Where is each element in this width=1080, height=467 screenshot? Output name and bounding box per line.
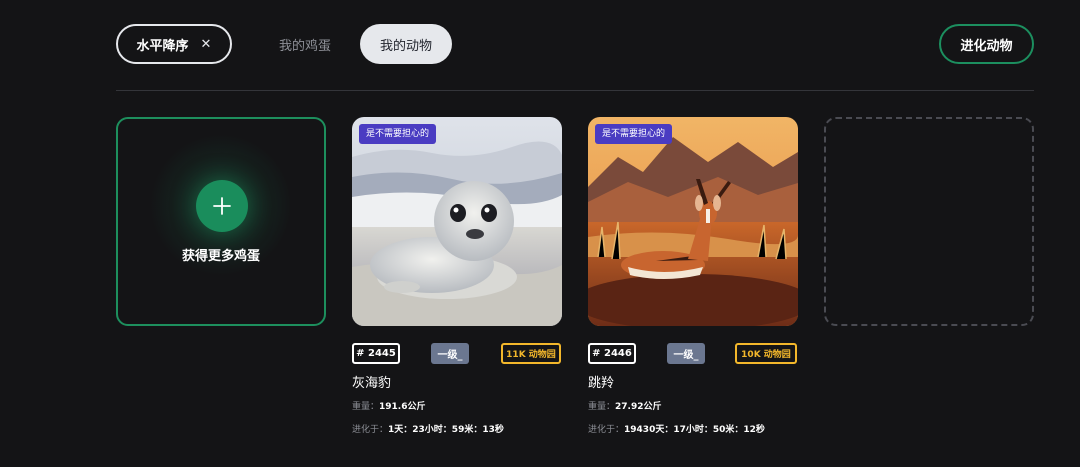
evolve-time-stat: 进化于：1天：23小时：59米：13秒 [352, 422, 504, 435]
status-badge: 是不需要担心的 [359, 124, 437, 144]
springbok-image [588, 117, 798, 326]
animal-id-badge: # 2445 [352, 343, 400, 364]
close-icon[interactable]: ✕ [201, 37, 212, 52]
level-badge: 一级_ [431, 343, 469, 364]
sort-filter-label: 水平降序 [136, 38, 189, 54]
weight-value: 191.6公斤 [379, 402, 426, 412]
plus-icon [213, 197, 231, 215]
animal-image-seal[interactable]: 是不需要担心的 [352, 117, 562, 326]
weight-label: 重量： [588, 402, 616, 412]
evolve-time-value: 1天：23小时：59米：13秒 [388, 425, 504, 435]
divider [116, 90, 1034, 91]
weight-stat: 重量：191.6公斤 [352, 399, 425, 412]
get-more-eggs-card[interactable]: 获得更多鸡蛋 [116, 117, 326, 326]
seal-image [352, 117, 562, 326]
evolve-time-label: 进化于： [588, 425, 625, 435]
weight-stat: 重量：27.92公斤 [588, 399, 661, 412]
sort-filter-chip[interactable]: 水平降序 ✕ [116, 24, 232, 64]
evolve-time-value: 19430天：17小时：50米：12秒 [624, 425, 765, 435]
level-badge: 一级_ [667, 343, 705, 364]
page: 水平降序 ✕ 我的鸡蛋 我的动物 进化动物 获得更多鸡蛋 是不需要担心的 # 2… [0, 0, 1080, 467]
evolve-time-label: 进化于： [352, 425, 389, 435]
zoo-badge: 10K 动物园 [735, 343, 797, 364]
weight-value: 27.92公斤 [615, 402, 662, 412]
tab-my-animals[interactable]: 我的动物 [360, 24, 452, 64]
status-badge: 是不需要担心的 [595, 124, 673, 144]
evolve-animals-button[interactable]: 进化动物 [939, 24, 1034, 64]
animal-name: 灰海豹 [352, 376, 392, 391]
get-more-eggs-label: 获得更多鸡蛋 [181, 249, 260, 264]
add-button[interactable] [196, 180, 248, 232]
animal-name: 跳羚 [588, 376, 615, 391]
evolve-time-stat: 进化于：19430天：17小时：50米：12秒 [588, 422, 765, 435]
zoo-badge: 11K 动物园 [501, 343, 561, 364]
weight-label: 重量： [352, 402, 380, 412]
animal-id-badge: # 2446 [588, 343, 636, 364]
tab-my-eggs[interactable]: 我的鸡蛋 [262, 24, 348, 64]
empty-animal-slot [824, 117, 1034, 326]
animal-image-springbok[interactable]: 是不需要担心的 [588, 117, 798, 326]
